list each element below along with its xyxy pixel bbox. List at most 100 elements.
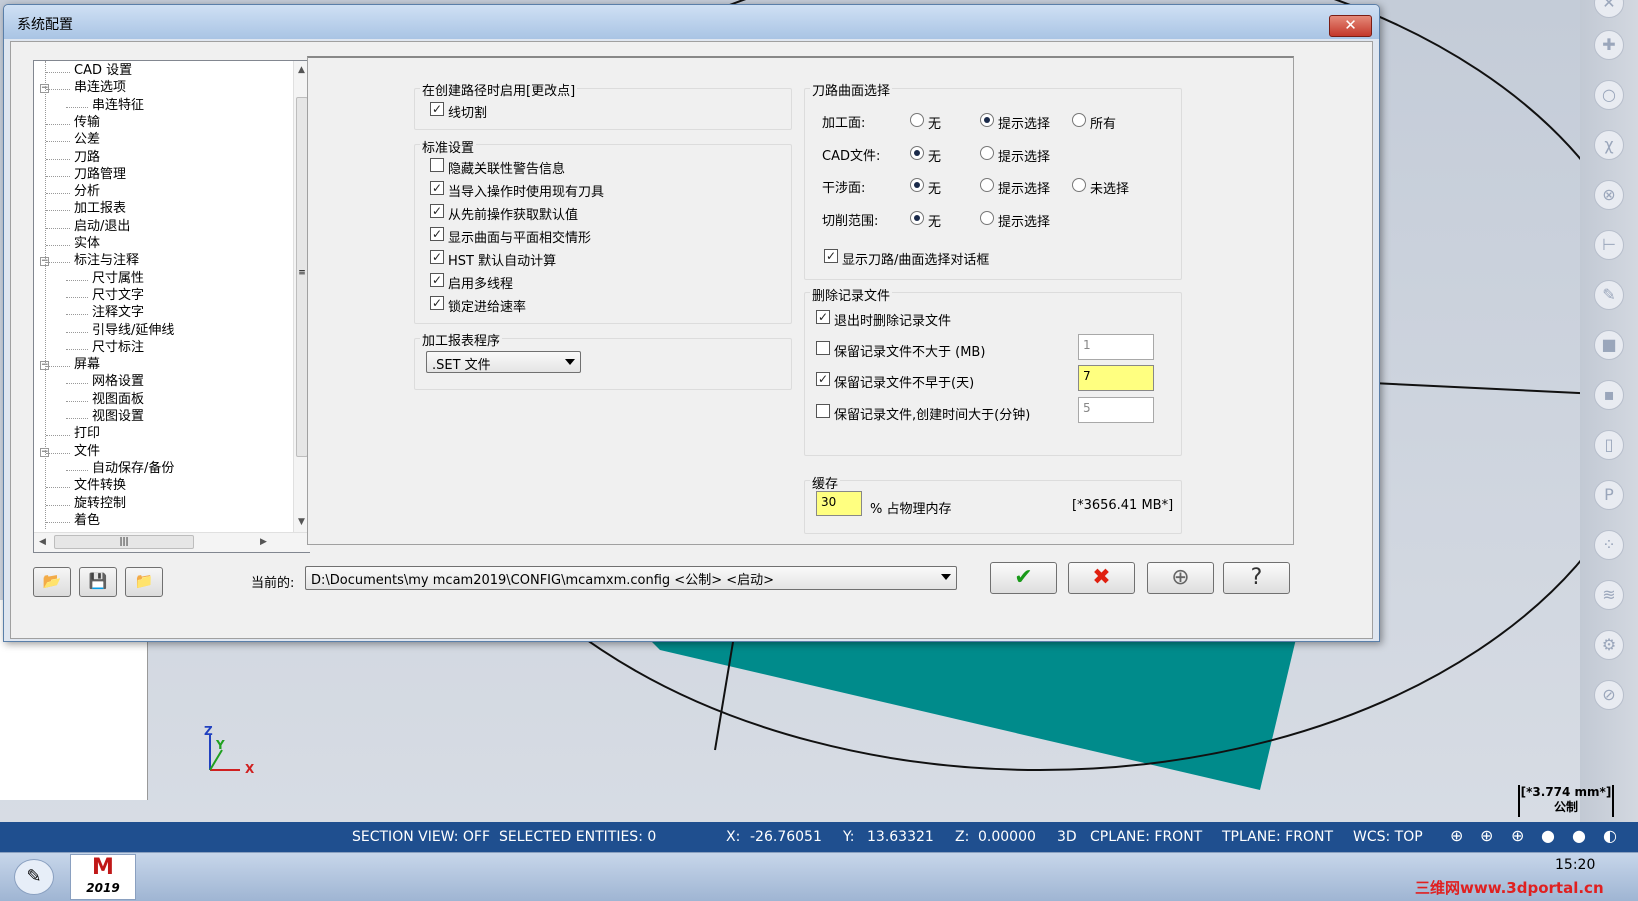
tree-item[interactable]: 注释文字 [92, 305, 144, 321]
gear-icon[interactable]: ⚙ [1594, 630, 1624, 660]
tree-item[interactable]: 刀路管理 [74, 167, 126, 183]
shaded-icon[interactable]: ● [1572, 826, 1586, 845]
selected-entities-status[interactable]: SELECTED ENTITIES: 0 [499, 829, 656, 845]
tree-item[interactable]: 视图设置 [92, 409, 144, 425]
app-icon[interactable]: ✎ [14, 859, 54, 895]
cache-percent-input[interactable]: 30 [816, 491, 862, 516]
wireframe-icon[interactable]: ⊕ [1450, 826, 1463, 845]
surface-option-radio[interactable] [980, 178, 994, 192]
tree-item[interactable]: 尺寸标注 [92, 340, 144, 356]
scroll-right-icon[interactable]: ▶ [260, 537, 267, 547]
delete-log-checkbox[interactable]: ✓ [816, 310, 830, 324]
cancel-icon[interactable]: ⊘ [1594, 680, 1624, 710]
tree-item[interactable]: 串连特征 [92, 98, 144, 114]
surface-option-radio[interactable] [1072, 113, 1086, 127]
tool-icon[interactable]: ✚ [1594, 30, 1624, 60]
tree-item[interactable]: 加工报表 [74, 201, 126, 217]
open-config-button[interactable]: 📂 [33, 567, 71, 597]
tree-item[interactable]: 视图面板 [92, 392, 144, 408]
tool-icon[interactable]: P [1594, 480, 1624, 510]
ok-button[interactable]: ✔ [990, 562, 1057, 594]
tree-item[interactable]: 打印 [74, 426, 100, 442]
settings-tree[interactable]: CAD 设置 − 串连选项 串连特征 传输 公差 刀路 刀路管理 分析 加工报表 启动/退出 实体 − 标… [33, 60, 310, 553]
tree-item[interactable]: 屏幕 [74, 357, 100, 373]
tree-item[interactable]: 旋转控制 [74, 496, 126, 512]
curve-tool-icon[interactable]: χ [1594, 130, 1624, 160]
mastercam-taskbar-button[interactable]: M 2019 [70, 854, 136, 900]
standard-setting-checkbox[interactable]: ✓ [430, 181, 444, 195]
save-config-button[interactable]: 💾 [79, 567, 117, 597]
tree-horizontal-scrollbar[interactable]: ◀ ||| ▶ [34, 532, 310, 552]
tree-item[interactable]: 传输 [74, 115, 100, 131]
scroll-down-icon[interactable]: ▼ [298, 517, 305, 527]
delete-log-checkbox[interactable] [816, 341, 830, 355]
standard-setting-checkbox[interactable]: ✓ [430, 204, 444, 218]
layers-icon[interactable]: ≋ [1594, 580, 1624, 610]
delete-log-checkbox[interactable] [816, 404, 830, 418]
wcs-status[interactable]: WCS: TOP [1353, 829, 1423, 845]
scroll-up-icon[interactable]: ▲ [298, 65, 305, 75]
tree-item[interactable]: 文件转换 [74, 478, 126, 494]
standard-setting-checkbox[interactable]: ✓ [430, 273, 444, 287]
tree-item[interactable]: 引导线/延伸线 [92, 323, 174, 339]
standard-setting-checkbox[interactable]: ✓ [430, 227, 444, 241]
surface-option-radio[interactable] [910, 145, 924, 160]
tree-item[interactable]: 尺寸属性 [92, 271, 144, 287]
tool-icon[interactable]: ▪ [1594, 380, 1624, 410]
tree-item[interactable]: 刀路 [74, 150, 100, 166]
tree-item[interactable]: 网格设置 [92, 374, 144, 390]
report-program-select[interactable]: .SET 文件 [426, 351, 581, 373]
tree-item[interactable]: 分析 [74, 184, 100, 200]
tool-icon[interactable]: ⁘ [1594, 530, 1624, 560]
z-coordinate[interactable]: 0.00000 [978, 829, 1036, 845]
add-button[interactable]: ⊕ [1147, 562, 1214, 594]
merge-config-button[interactable]: 📁 [125, 567, 163, 597]
scroll-left-icon[interactable]: ◀ [39, 537, 46, 547]
tree-item[interactable]: 实体 [74, 236, 100, 252]
tree-item[interactable]: 文件 [74, 444, 100, 460]
tree-item[interactable]: 尺寸文字 [92, 288, 144, 304]
surface-option-radio[interactable] [910, 113, 924, 127]
section-view-status[interactable]: SECTION VIEW: OFF [352, 829, 490, 845]
cancel-button[interactable]: ✖ [1068, 562, 1135, 594]
surface-option-radio[interactable] [980, 145, 994, 160]
delete-log-checkbox[interactable]: ✓ [816, 372, 830, 386]
shaded-icon[interactable]: ● [1541, 826, 1555, 845]
surface-option-radio[interactable] [980, 210, 994, 225]
tree-item[interactable]: 标注与注释 [74, 253, 139, 269]
hscroll-thumb[interactable]: ||| [54, 535, 194, 549]
current-config-select[interactable]: D:\Documents\my mcam2019\CONFIG\mcamxm.c… [305, 566, 957, 590]
delete-log-value-input[interactable]: 7 [1078, 365, 1154, 391]
tree-item[interactable]: 公差 [74, 132, 100, 148]
tool-icon[interactable]: ✎ [1594, 280, 1624, 310]
show-dialog-checkbox[interactable]: ✓ [824, 249, 838, 263]
tool-icon[interactable]: ✕ [1594, 0, 1624, 18]
translucency-icon[interactable]: ◐ [1603, 826, 1617, 845]
surface-option-radio[interactable] [910, 210, 924, 225]
wireframe-icon[interactable]: ⊕ [1511, 826, 1524, 845]
wire-cut-checkbox[interactable]: ✓ [430, 102, 444, 116]
surface-option-radio[interactable] [980, 113, 994, 127]
tree-item[interactable]: 启动/退出 [74, 219, 130, 235]
tplane-status[interactable]: TPLANE: FRONT [1222, 829, 1333, 845]
tool-icon[interactable]: ■ [1594, 330, 1624, 360]
cplane-status[interactable]: CPLANE: FRONT [1090, 829, 1202, 845]
delete-log-value-input[interactable]: 1 [1078, 334, 1154, 360]
help-button[interactable]: ? [1223, 562, 1290, 594]
tree-item[interactable]: 串连选项 [74, 80, 126, 96]
standard-setting-checkbox[interactable] [430, 158, 444, 172]
mode-toggle[interactable]: 3D [1057, 829, 1077, 845]
circle-tool-icon[interactable]: ○ [1594, 80, 1624, 110]
tree-item[interactable]: 着色 [74, 513, 100, 529]
wireframe-icon[interactable]: ⊕ [1480, 826, 1493, 845]
standard-setting-checkbox[interactable]: ✓ [430, 296, 444, 310]
standard-setting-checkbox[interactable]: ✓ [430, 250, 444, 264]
tool-icon[interactable]: ▯ [1594, 430, 1624, 460]
dialog-titlebar[interactable]: 系统配置 ✕ [4, 5, 1379, 39]
tree-item[interactable]: 自动保存/备份 [92, 461, 174, 477]
delete-log-value-input[interactable]: 5 [1078, 397, 1154, 423]
tool-icon[interactable]: ⊗ [1594, 180, 1624, 210]
close-button[interactable]: ✕ [1329, 15, 1372, 37]
tree-item[interactable]: CAD 设置 [74, 63, 132, 79]
surface-option-radio[interactable] [1072, 178, 1086, 192]
